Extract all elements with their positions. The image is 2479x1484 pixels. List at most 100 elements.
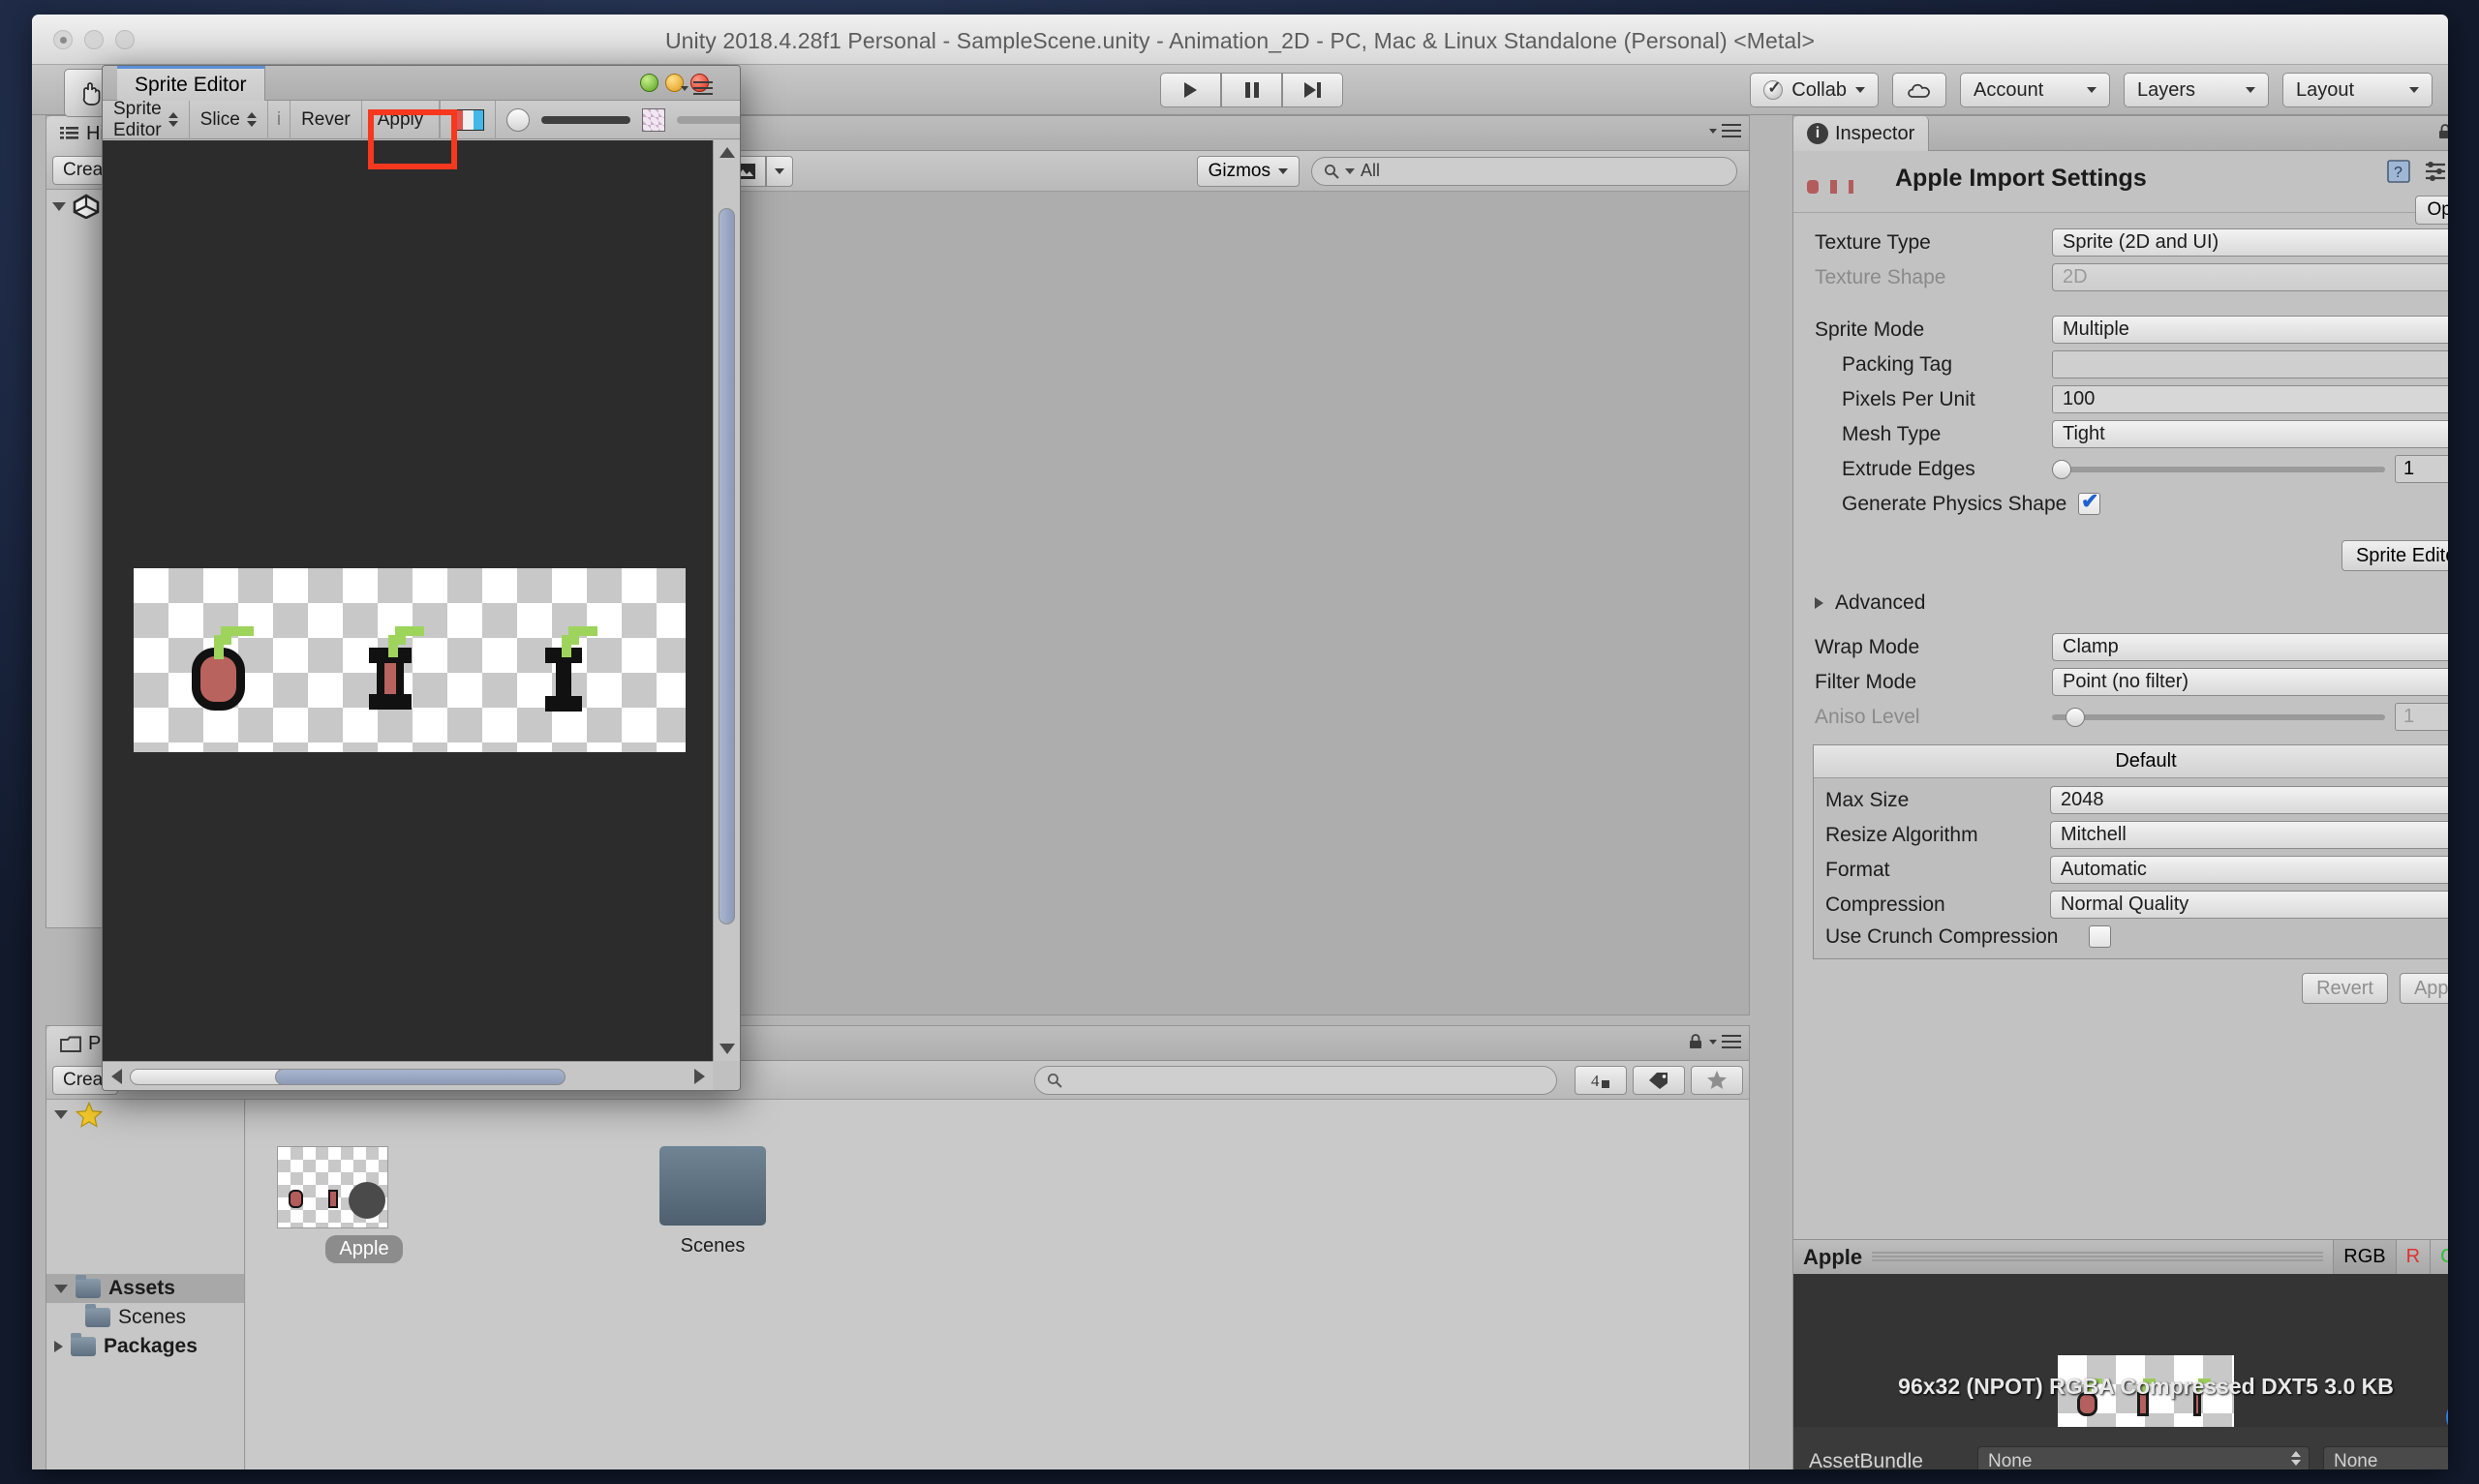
scroll-left-arrow[interactable] xyxy=(103,1068,130,1084)
sceneview-panel-menu[interactable] xyxy=(1709,124,1741,137)
sprite-editor-mode-dropdown[interactable]: Sprite Editor xyxy=(103,99,190,140)
property-extrude-edges: Extrude Edges 1 xyxy=(1793,453,2448,485)
project-tree-favorites[interactable] xyxy=(46,1100,244,1129)
channel-g-button[interactable]: G xyxy=(2430,1239,2448,1275)
layers-button[interactable]: Layers xyxy=(2124,73,2269,107)
format-dropdown[interactable]: Automatic xyxy=(2050,856,2448,884)
filter-by-label-button[interactable] xyxy=(1633,1065,1685,1095)
collab-button[interactable]: Collab xyxy=(1750,73,1879,107)
sprite-mode-dropdown[interactable]: Multiple xyxy=(2052,316,2448,344)
property-label: Wrap Mode xyxy=(1815,635,1920,658)
play-button[interactable] xyxy=(1160,73,1221,107)
assetbundle-variant-dropdown[interactable]: None xyxy=(2323,1446,2448,1469)
project-panel-menu[interactable] xyxy=(1687,1034,1741,1049)
collab-check-icon xyxy=(1763,78,1784,100)
sprite-editor-canvas[interactable] xyxy=(103,140,713,1061)
favorites-button[interactable] xyxy=(1691,1065,1743,1095)
slider-knob[interactable] xyxy=(2052,459,2071,479)
step-button[interactable] xyxy=(1282,73,1343,107)
platform-default-tab[interactable]: Default xyxy=(2115,750,2176,772)
sprite-editor-horizontal-scrollbar[interactable] xyxy=(103,1061,713,1090)
zoom-slider-track[interactable] xyxy=(541,115,631,124)
page-title: Apple Import Settings xyxy=(1895,165,2147,192)
asset-tile-apple[interactable]: Apple xyxy=(277,1146,451,1263)
assetbundle-name-dropdown[interactable]: None xyxy=(1977,1446,2310,1469)
scene-search-input[interactable]: All xyxy=(1311,156,1737,186)
chevron-down-icon[interactable] xyxy=(52,201,66,211)
tab-inspector[interactable]: i Inspector xyxy=(1793,116,1930,151)
project-tree-item-packages[interactable]: Packages xyxy=(46,1332,244,1361)
asset-tile-scenes[interactable]: Scenes xyxy=(626,1146,800,1260)
mesh-type-dropdown[interactable]: Tight xyxy=(2052,420,2448,448)
layout-button[interactable]: Layout xyxy=(2282,73,2433,107)
download-icon[interactable] xyxy=(2447,749,2448,778)
sprite-editor-vertical-scrollbar[interactable] xyxy=(713,140,740,1061)
resize-algorithm-dropdown[interactable]: Mitchell xyxy=(2050,821,2448,849)
wrap-mode-dropdown[interactable]: Clamp xyxy=(2052,633,2448,661)
preview-title: Apple xyxy=(1803,1244,1863,1269)
scroll-down-arrow[interactable] xyxy=(714,1044,740,1054)
alpha-slider-track[interactable] xyxy=(677,115,740,124)
use-crunch-compression-checkbox[interactable] xyxy=(2089,925,2111,948)
chevron-right-icon[interactable] xyxy=(1815,596,1823,609)
zoom-slider-group[interactable] xyxy=(496,101,740,139)
channel-r-button[interactable]: R xyxy=(2395,1239,2430,1275)
tab-sprite-editor[interactable]: Sprite Editor xyxy=(117,66,265,101)
trim-info-button[interactable]: i xyxy=(268,100,291,139)
filter-mode-dropdown[interactable]: Point (no filter) xyxy=(2052,668,2448,696)
toolbar-right-group: Collab Account Layers Layout xyxy=(1750,73,2433,107)
scroll-up-arrow[interactable] xyxy=(714,140,740,158)
preview-body[interactable]: 96x32 (NPOT) RGBA Compressed DXT5 3.0 KB xyxy=(1793,1274,2448,1437)
channel-rgb-button[interactable]: RGB xyxy=(2333,1239,2396,1275)
preset-icon[interactable] xyxy=(2423,159,2448,184)
open-button[interactable]: Open xyxy=(2414,196,2448,225)
texture-type-dropdown[interactable]: Sprite (2D and UI) xyxy=(2052,228,2448,257)
slice-dropdown[interactable]: Slice xyxy=(190,100,268,139)
project-tree-item-scenes[interactable]: Scenes xyxy=(46,1303,244,1332)
effects-dropdown[interactable] xyxy=(766,155,794,187)
help-icon[interactable]: ? xyxy=(2386,159,2411,184)
scroll-right-arrow[interactable] xyxy=(686,1068,713,1084)
property-label: Texture Shape xyxy=(1815,265,1946,288)
chevron-down-icon[interactable] xyxy=(54,1284,68,1293)
packing-tag-input[interactable] xyxy=(2052,350,2448,379)
chevron-right-icon[interactable] xyxy=(54,1341,63,1352)
rgb-alpha-toggle[interactable] xyxy=(440,100,497,139)
dropdown-value: 2048 xyxy=(2061,789,2104,810)
sprite-editor-panel-menu[interactable] xyxy=(681,81,713,95)
lock-icon[interactable] xyxy=(2436,124,2448,139)
extrude-edges-slider[interactable] xyxy=(2052,455,2385,483)
sprite-sheet-texture[interactable] xyxy=(134,568,686,752)
filter-by-type-button[interactable]: 4 xyxy=(1575,1065,1627,1095)
advanced-foldout[interactable]: Advanced xyxy=(1793,587,2448,619)
max-size-dropdown[interactable]: 2048 xyxy=(2050,786,2448,814)
revert-button[interactable]: Revert xyxy=(2302,973,2388,1004)
pause-button[interactable] xyxy=(1221,73,1282,107)
star-icon xyxy=(76,1101,103,1128)
extrude-edges-value[interactable]: 1 xyxy=(2395,455,2448,483)
property-texture-shape: Texture Shape 2D xyxy=(1793,261,2448,293)
hamburger-icon xyxy=(693,81,713,95)
search-icon xyxy=(1048,1073,1062,1088)
account-button[interactable]: Account xyxy=(1960,73,2110,107)
pixels-per-unit-input[interactable]: 100 xyxy=(2052,385,2448,413)
chevron-down-icon[interactable] xyxy=(54,1109,68,1119)
dropdown-value: Normal Quality xyxy=(2061,893,2189,915)
gizmos-dropdown[interactable]: Gizmos xyxy=(1196,155,1300,187)
generate-physics-shape-checkbox[interactable] xyxy=(2078,489,2100,515)
apply-button[interactable]: Apply xyxy=(360,100,441,139)
apply-button[interactable]: Apply xyxy=(2399,973,2448,1004)
cloud-services-button[interactable] xyxy=(1892,73,1946,107)
window-minimize-button[interactable] xyxy=(640,74,658,92)
inspector-panel-menu[interactable] xyxy=(2436,124,2448,139)
revert-button[interactable]: Rever xyxy=(291,101,361,139)
project-search-input[interactable] xyxy=(1034,1065,1557,1095)
sprite-editor-window: Sprite Editor Sprite Editor Slice i Reve… xyxy=(102,65,741,1091)
horizontal-scroll-thumb-active[interactable] xyxy=(275,1068,566,1085)
zoom-slider-knob[interactable] xyxy=(506,107,531,132)
vertical-scroll-thumb[interactable] xyxy=(719,208,735,924)
revert-label: Revert xyxy=(2316,977,2373,999)
project-tree-item-assets[interactable]: Assets xyxy=(46,1274,244,1303)
sprite-editor-button[interactable]: Sprite Editor xyxy=(2341,540,2448,571)
compression-dropdown[interactable]: Normal Quality xyxy=(2050,891,2448,919)
